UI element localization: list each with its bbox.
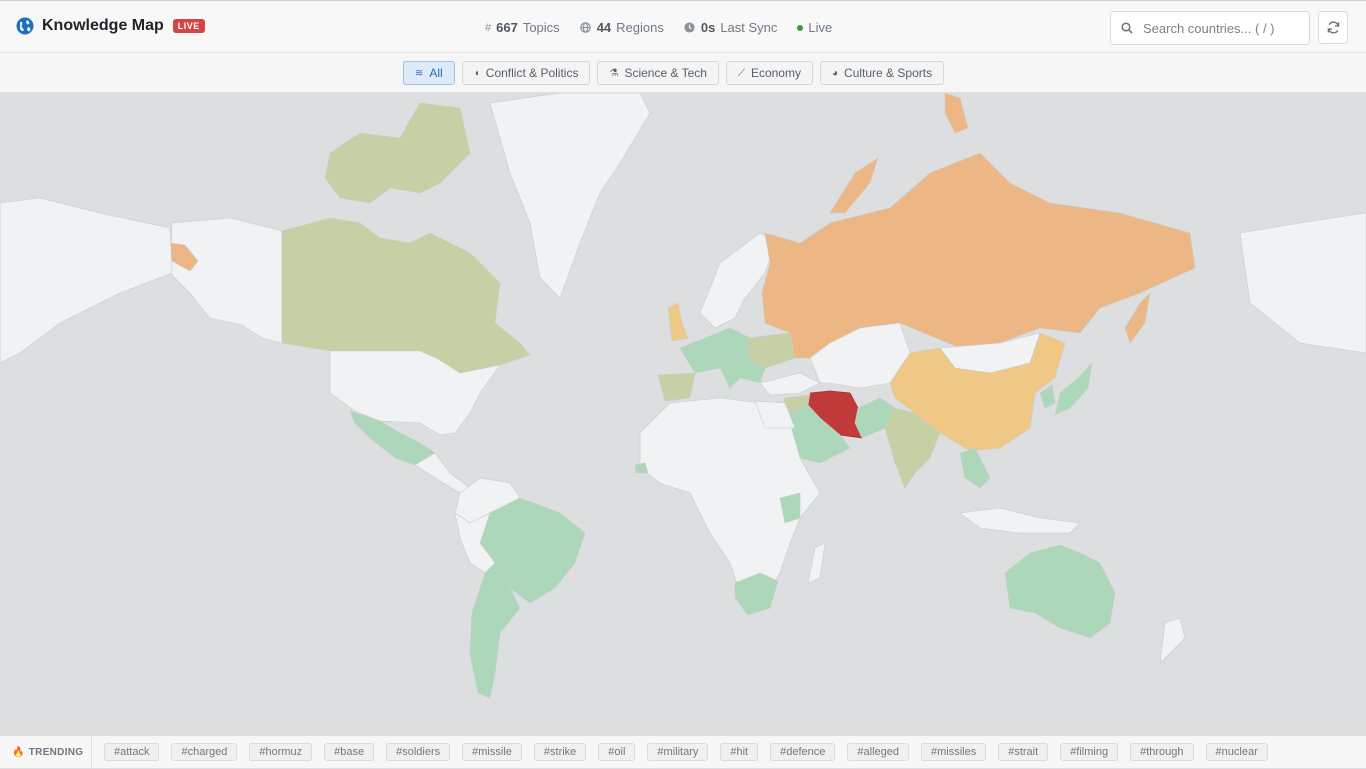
clock-icon	[684, 22, 695, 33]
layers-icon: ≋	[415, 67, 424, 79]
country-chukotka-wrap[interactable]	[1239, 212, 1366, 354]
stat-last-sync-label: Last Sync	[720, 20, 778, 35]
top-header: Knowledge Map LIVE # 667 Topics 44 Regio…	[0, 0, 1366, 53]
filter-economy-button[interactable]: ⟋ Economy	[725, 61, 813, 85]
stat-topics-label: Topics	[522, 20, 560, 35]
filter-conflict-politics-label: Conflict & Politics	[485, 66, 579, 80]
country-uk[interactable]	[667, 302, 689, 342]
palette-icon: ◕	[831, 67, 839, 79]
filter-science-tech-button[interactable]: ⚗ Science & Tech	[597, 61, 719, 85]
stat-topics: # 667 Topics	[485, 20, 560, 35]
world-map[interactable]	[0, 93, 1366, 735]
live-badge: LIVE	[172, 19, 205, 33]
country-indonesia[interactable]	[959, 507, 1081, 534]
country-korea[interactable]	[1039, 384, 1056, 409]
trending-tag[interactable]: #alleged	[847, 743, 909, 761]
search-icon	[1121, 22, 1133, 34]
search-box[interactable]	[1110, 11, 1310, 45]
trending-tag[interactable]: #oil	[598, 743, 636, 761]
trending-bar: 🔥 TRENDING #attack #charged #hormuz #bas…	[0, 735, 1366, 769]
world-map-svg	[0, 93, 1366, 699]
stat-regions-label: Regions	[616, 20, 664, 35]
filter-economy-label: Economy	[750, 66, 801, 80]
country-russia-north-islands[interactable]	[829, 157, 879, 214]
country-alaska[interactable]	[169, 217, 283, 344]
hash-icon: #	[485, 21, 492, 34]
globe-logo-icon	[16, 17, 34, 35]
live-status: Live	[797, 20, 832, 35]
country-alaska-wrap-left[interactable]	[0, 197, 173, 364]
stat-regions-value: 44	[596, 20, 612, 35]
country-canada[interactable]	[281, 217, 531, 374]
stats-bar: # 667 Topics 44 Regions 0s Last Sync Liv…	[485, 20, 852, 35]
stat-last-sync-value: 0s	[700, 20, 716, 35]
country-madagascar[interactable]	[807, 542, 826, 584]
chart-icon: ⟋	[737, 67, 745, 79]
filter-all-button[interactable]: ≋ All	[403, 61, 455, 85]
stat-regions: 44 Regions	[579, 20, 664, 35]
trending-tag[interactable]: #through	[1130, 743, 1194, 761]
trending-label: 🔥 TRENDING	[0, 735, 92, 769]
country-russia-franz-josef[interactable]	[944, 93, 969, 134]
flask-icon: ⚗	[609, 67, 619, 79]
country-australia[interactable]	[1004, 544, 1116, 639]
trending-tag[interactable]: #military	[647, 743, 709, 761]
country-spain[interactable]	[657, 372, 696, 402]
shield-icon: ◖	[473, 67, 480, 79]
filter-all-label: All	[429, 66, 443, 80]
category-filter-bar: ≋ All ◖ Conflict & Politics ⚗ Science & …	[0, 53, 1366, 93]
trending-label-text: TRENDING	[28, 746, 84, 758]
filter-group: ≋ All ◖ Conflict & Politics ⚗ Science & …	[403, 61, 951, 85]
trending-tag[interactable]: #missiles	[920, 743, 987, 761]
filter-conflict-politics-button[interactable]: ◖ Conflict & Politics	[461, 61, 591, 85]
trending-tags: #attack #charged #hormuz #base #soldiers…	[104, 743, 1280, 761]
trending-tag[interactable]: #charged	[171, 743, 238, 761]
trending-tag[interactable]: #defence	[770, 743, 836, 761]
trending-tag[interactable]: #hit	[720, 743, 759, 761]
trending-tag[interactable]: #strike	[533, 743, 587, 761]
trending-tag[interactable]: #hormuz	[249, 743, 313, 761]
country-new-zealand[interactable]	[1159, 617, 1186, 664]
trending-tag[interactable]: #nuclear	[1205, 743, 1268, 761]
fire-icon: 🔥	[12, 746, 25, 758]
stat-topics-value: 667	[496, 20, 518, 35]
country-japan[interactable]	[1054, 362, 1093, 416]
trending-tag[interactable]: #soldiers	[386, 743, 451, 761]
trending-tag[interactable]: #strait	[998, 743, 1049, 761]
country-southeast-asia[interactable]	[959, 447, 991, 489]
country-turkey[interactable]	[759, 372, 821, 396]
trending-tag[interactable]: #missile	[462, 743, 522, 761]
country-greenland[interactable]	[489, 93, 651, 299]
filter-culture-sports-button[interactable]: ◕ Culture & Sports	[819, 61, 945, 85]
country-russia-kamchatka[interactable]	[1124, 292, 1151, 344]
filter-science-tech-label: Science & Tech	[624, 66, 707, 80]
filter-culture-sports-label: Culture & Sports	[844, 66, 933, 80]
live-dot-icon	[797, 24, 804, 31]
country-canada-islands[interactable]	[324, 102, 471, 204]
app-title: Knowledge Map	[42, 17, 164, 34]
brand: Knowledge Map LIVE	[16, 17, 205, 35]
search-input[interactable]	[1143, 20, 1303, 36]
live-status-label: Live	[808, 20, 833, 35]
country-scandinavia[interactable]	[699, 232, 776, 329]
refresh-icon	[1327, 21, 1339, 34]
refresh-button[interactable]	[1318, 11, 1348, 44]
globe-icon	[579, 22, 591, 33]
stat-last-sync: 0s Last Sync	[684, 20, 778, 35]
trending-tag[interactable]: #filming	[1060, 743, 1119, 761]
trending-tag[interactable]: #attack	[104, 743, 160, 761]
trending-tag[interactable]: #base	[324, 743, 375, 761]
